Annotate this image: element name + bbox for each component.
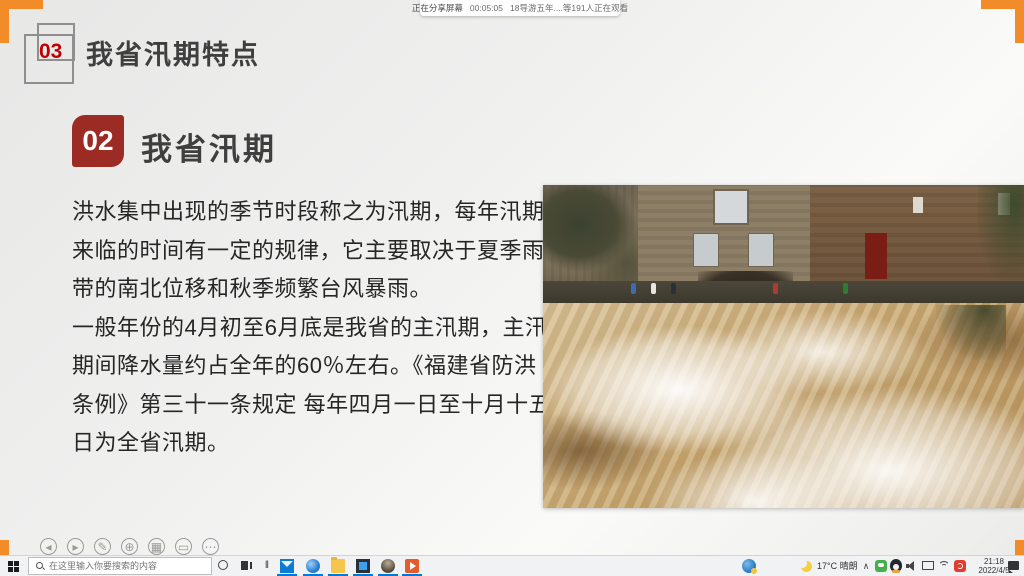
photo-red-banner (865, 233, 887, 279)
section-badge-number: 03 (39, 40, 62, 64)
corner-bracket-top-left (0, 0, 43, 43)
search-input[interactable] (49, 561, 211, 571)
photo-window (913, 197, 923, 213)
heading-badge: 02 (72, 115, 124, 167)
meeting-tray-icon[interactable] (954, 560, 966, 572)
action-center-icon[interactable] (1008, 561, 1019, 570)
share-status-label: 正在分享屏幕 (412, 2, 463, 14)
taskbar: ‖ 17°C 晴朗 ∧ 21:18 2022/4/5 (0, 555, 1024, 576)
screen: 03 我省汛期特点 02 我省汛期 洪水集中出现的季节时段称之为汛期，每年汛期来… (0, 0, 1024, 576)
more-options-button[interactable]: ⋯ (202, 538, 219, 555)
weather-status[interactable]: 17°C 晴朗 (817, 556, 858, 576)
wechat-tray-icon[interactable] (875, 560, 887, 572)
see-all-slides-button[interactable]: ▦ (148, 538, 165, 555)
photo-onlooker (651, 283, 656, 294)
display-icon[interactable] (922, 561, 934, 570)
photo-overhanging-branch (936, 305, 1006, 360)
photo-onlooker (843, 283, 848, 294)
start-button[interactable] (0, 556, 26, 576)
mail-app-icon[interactable] (280, 559, 294, 573)
next-slide-button[interactable]: ▸ (67, 538, 84, 555)
photo-embankment-wall (543, 281, 1024, 305)
volume-icon[interactable] (906, 561, 918, 571)
flood-photo (543, 185, 1024, 508)
media-player-app-icon[interactable] (356, 559, 370, 573)
laser-pointer-button[interactable]: ⊕ (121, 538, 138, 555)
windows-logo-icon (8, 561, 19, 572)
photo-shuttered-window (713, 189, 749, 225)
screen-share-bar[interactable]: 正在分享屏幕 00:05:05 18导游五年....等191人正在观看 (420, 0, 620, 16)
meeting-helper-tray-icon[interactable] (742, 559, 756, 573)
slideshow-controls: ◂ ▸ ✎ ⊕ ▦ ▭ ⋯ (40, 538, 219, 555)
slide-title: 我省汛期特点 (86, 33, 260, 72)
file-explorer-icon[interactable] (331, 559, 345, 573)
paragraph-1: 洪水集中出现的季节时段称之为汛期，每年汛期来临的时间有一定的规律，它主要取决于夏… (72, 193, 556, 309)
pinned-app-icon[interactable]: ‖ (263, 559, 271, 573)
presentation-app-icon[interactable] (405, 559, 419, 573)
share-duration: 00:05:05 (470, 3, 503, 13)
hidden-icons-chevron[interactable]: ∧ (861, 556, 871, 576)
photo-onlooker (671, 283, 676, 294)
share-viewers: 18导游五年....等191人正在观看 (510, 2, 628, 14)
taskbar-search[interactable] (28, 557, 212, 575)
night-mode-moon-icon[interactable] (801, 561, 812, 572)
photo-onlooker (773, 283, 778, 294)
task-view-icon[interactable] (240, 559, 254, 573)
globe-app-icon[interactable] (381, 559, 395, 573)
photo-onlooker (631, 283, 636, 294)
cortana-icon[interactable] (218, 560, 228, 570)
body-text: 洪水集中出现的季节时段称之为汛期，每年汛期来临的时间有一定的规律，它主要取决于夏… (72, 193, 556, 463)
heading-title: 我省汛期 (141, 124, 277, 169)
pen-button[interactable]: ✎ (94, 538, 111, 555)
network-icon[interactable] (938, 560, 950, 572)
photo-foliage-right (978, 185, 1024, 280)
paragraph-2: 一般年份的4月初至6月底是我省的主汛期，主汛期间降水量约占全年的60％左右。《福… (72, 309, 556, 463)
photo-window (748, 233, 774, 267)
photo-window (693, 233, 719, 267)
search-icon (36, 562, 44, 570)
qq-tray-icon[interactable] (890, 559, 902, 572)
zoom-slide-button[interactable]: ▭ (175, 538, 192, 555)
corner-bracket-top-right (981, 0, 1024, 43)
browser-app-icon[interactable] (306, 559, 320, 573)
